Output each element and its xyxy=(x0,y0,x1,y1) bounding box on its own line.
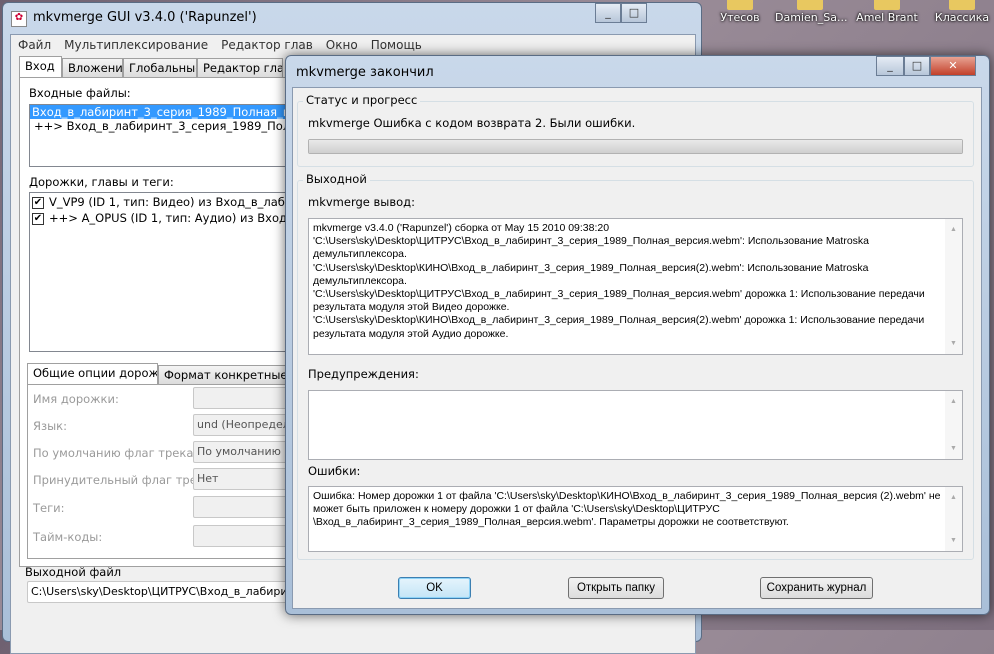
menu-file[interactable]: Файл xyxy=(18,38,51,52)
timecodes-label: Тайм-коды: xyxy=(33,530,103,544)
progress-bar xyxy=(308,139,963,154)
tab-attachments[interactable]: Вложения xyxy=(62,58,123,77)
tracks-list[interactable]: ✔ V_VP9 (ID 1, тип: Видео) из Вход_в_лаби… xyxy=(29,192,309,352)
output-group-label: Выходной xyxy=(303,172,370,186)
open-folder-button[interactable]: Открыть папку xyxy=(568,577,664,599)
desktop-icon-label: Damien_Sa... xyxy=(775,11,848,24)
status-group-label: Статус и прогресс xyxy=(303,93,421,107)
output-file-input[interactable]: C:\Users\sky\Desktop\ЦИТРУС\Вход_в_лабир… xyxy=(27,581,317,603)
output-line: mkvmerge v3.4.0 ('Rapunzel') сборка от M… xyxy=(313,222,610,234)
output-line: 'C:\Users\sky\Desktop\КИНО\Вход_в_лабири… xyxy=(313,261,869,287)
tags-label: Теги: xyxy=(33,501,65,515)
finished-dialog: mkvmerge закончил _ □ ✕ Статус и прогрес… xyxy=(285,55,990,615)
desktop-icon[interactable]: Amel Brant xyxy=(852,0,922,24)
errors-text: Ошибка: Номер дорожки 1 от файла 'C:\Use… xyxy=(313,490,941,529)
warnings-textarea[interactable]: ▲ ▼ xyxy=(308,390,963,460)
menu-bar: Файл Мультиплексирование Редактор глав Окно… xyxy=(18,38,435,52)
tab-global[interactable]: Глобальные xyxy=(123,58,197,77)
menu-window[interactable]: Окно xyxy=(326,38,358,52)
ok-button[interactable]: OK xyxy=(398,577,471,599)
input-files-label: Входные файлы: xyxy=(29,86,131,100)
minimize-button[interactable]: _ xyxy=(595,3,621,23)
output-line: 'C:\Users\sky\Desktop\ЦИТРУС\Вход_в_лаби… xyxy=(313,235,870,261)
forced-flag-label: Принудительный флаг трека: xyxy=(33,473,215,487)
track-item: ✔ V_VP9 (ID 1, тип: Видео) из Вход_в_лаби… xyxy=(32,195,309,209)
tab-general-track-options[interactable]: Общие опции дорожки xyxy=(27,363,158,384)
scrollbar[interactable]: ▲ ▼ xyxy=(945,391,962,459)
input-files-list[interactable]: Вход_в_лабиринт_3_серия_1989_Полная_верс… xyxy=(29,104,309,167)
minimize-button[interactable]: _ xyxy=(876,56,904,76)
desktop-icon[interactable]: Damien_Sa... xyxy=(775,0,848,24)
close-button[interactable]: ✕ xyxy=(930,56,976,76)
desktop-icon-label: Утесов xyxy=(720,11,760,24)
output-line: 'C:\Users\sky\Desktop\КИНО\Вход_в_лабири… xyxy=(313,314,925,340)
list-item[interactable]: ++> Вход_в_лабиринт_3_серия_1989_Полная_… xyxy=(30,119,308,133)
progress-fill xyxy=(309,140,962,153)
desktop-icon[interactable]: Классика xyxy=(927,0,994,24)
checkbox[interactable]: ✔ xyxy=(32,212,44,225)
output-file-label: Выходной файл xyxy=(25,565,122,579)
tab-format-specific-options[interactable]: Формат конкретные опци xyxy=(158,365,298,384)
checkbox[interactable]: ✔ xyxy=(32,196,44,209)
tab-input[interactable]: Вход xyxy=(19,56,62,77)
maximize-button[interactable]: □ xyxy=(621,3,647,23)
desktop-icon[interactable]: Утесов xyxy=(705,0,775,24)
save-log-button[interactable]: Сохранить журнал xyxy=(760,577,873,599)
maximize-button[interactable]: □ xyxy=(904,56,930,76)
mkvmerge-output-textarea[interactable]: mkvmerge v3.4.0 ('Rapunzel') сборка от M… xyxy=(308,218,963,355)
output-line: 'C:\Users\sky\Desktop\ЦИТРУС\Вход_в_лаби… xyxy=(313,288,925,314)
errors-textarea[interactable]: Ошибка: Номер дорожки 1 от файла 'C:\Use… xyxy=(308,486,963,552)
track-item: ✔ ++> A_OPUS (ID 1, тип: Аудио) из Вход_в… xyxy=(32,211,309,225)
dialog-title: mkvmerge закончил xyxy=(296,65,434,80)
menu-chapter-editor[interactable]: Редактор глав xyxy=(221,38,313,52)
tracks-label: Дорожки, главы и теги: xyxy=(29,175,174,189)
default-flag-label: По умолчанию флаг трека: xyxy=(33,446,198,460)
language-label: Язык: xyxy=(33,419,68,433)
main-title: mkvmerge GUI v3.4.0 ('Rapunzel') xyxy=(33,10,257,25)
status-text: mkvmerge Ошибка с кодом возврата 2. Были… xyxy=(308,116,636,130)
app-icon: ✿ xyxy=(11,11,27,27)
tab-chapter-editor[interactable]: Редактор глав xyxy=(197,58,283,77)
track-name-label: Имя дорожки: xyxy=(33,392,119,406)
mkvmerge-output-label: mkvmerge вывод: xyxy=(308,195,415,209)
errors-label: Ошибки: xyxy=(308,464,361,478)
warnings-label: Предупреждения: xyxy=(308,367,419,381)
desktop-icon-label: Amel Brant xyxy=(856,11,918,24)
desktop-icon-label: Классика xyxy=(934,11,990,24)
scrollbar[interactable]: ▲ ▼ xyxy=(945,487,962,551)
scrollbar[interactable]: ▲ ▼ xyxy=(945,219,962,354)
menu-help[interactable]: Помощь xyxy=(371,38,422,52)
menu-mux[interactable]: Мультиплексирование xyxy=(64,38,208,52)
list-item[interactable]: Вход_в_лабиринт_3_серия_1989_Полная_верс… xyxy=(30,105,308,119)
